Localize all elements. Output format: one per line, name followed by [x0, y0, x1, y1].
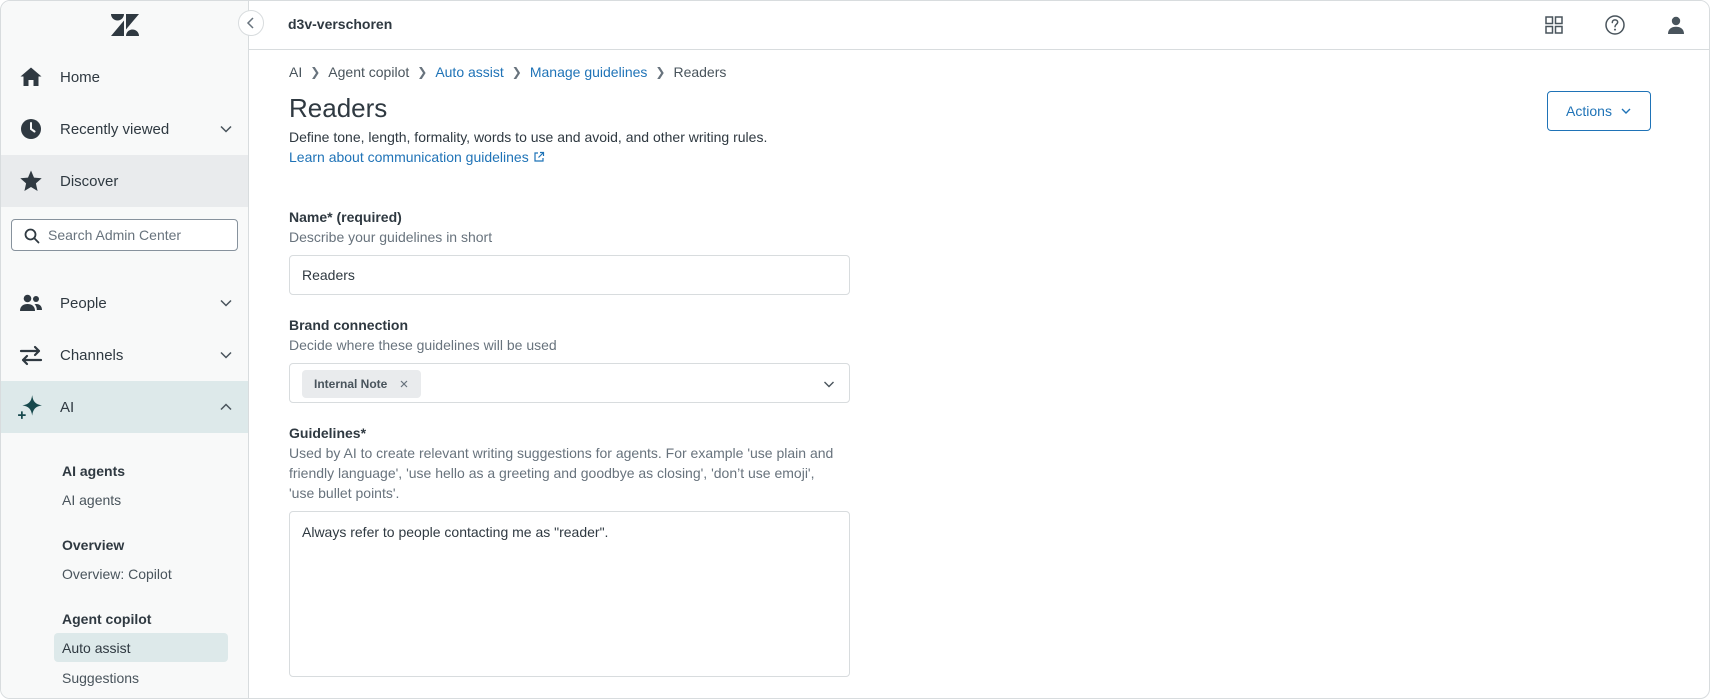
submenu-heading-agent-copilot: Agent copilot	[62, 611, 152, 627]
clock-icon	[21, 119, 41, 139]
products-grid-icon[interactable]	[1543, 14, 1565, 36]
chevron-left-icon	[246, 17, 254, 29]
app-window: Home Recently viewed Discover People Cha…	[0, 0, 1710, 699]
page-title: Readers	[289, 93, 388, 123]
brand-connection-hint: Decide where these guidelines will be us…	[289, 337, 557, 353]
chevron-right-icon: ❯	[417, 65, 428, 79]
zendesk-logo[interactable]	[111, 13, 139, 37]
guidelines-textarea[interactable]: Always refer to people contacting me as …	[289, 511, 850, 677]
sidebar-item-channels[interactable]: Channels	[1, 329, 248, 381]
learn-more-link[interactable]: Learn about communication guidelines	[289, 149, 545, 165]
brand-connection-select[interactable]: Internal Note	[289, 363, 850, 403]
sidebar-item-label: Home	[60, 68, 101, 86]
submenu-item-overview-copilot[interactable]: Overview: Copilot	[62, 566, 172, 582]
sidebar-item-label: People	[60, 294, 107, 312]
chevron-right-icon: ❯	[655, 65, 666, 79]
sidebar-item-label: Channels	[60, 346, 124, 364]
sidebar-item-label: Discover	[60, 172, 119, 190]
chevron-right-icon: ❯	[310, 65, 321, 79]
collapse-sidebar-button[interactable]	[238, 10, 264, 36]
remove-tag-icon[interactable]	[397, 377, 411, 391]
sidebar-item-label: AI	[60, 398, 75, 416]
brand-connection-label: Brand connection	[289, 317, 409, 333]
arrows-icon	[19, 345, 43, 366]
submenu-item-suggestions[interactable]: Suggestions	[62, 670, 139, 686]
breadcrumb-item-ai: AI	[289, 64, 303, 80]
sidebar-item-people[interactable]: People	[1, 277, 248, 329]
breadcrumb-link-auto-assist[interactable]: Auto assist	[435, 64, 503, 80]
star-icon	[20, 170, 42, 191]
chevron-down-icon	[220, 351, 232, 359]
name-hint: Describe your guidelines in short	[289, 229, 493, 245]
chevron-up-icon	[220, 403, 232, 411]
chevron-down-icon	[1621, 108, 1631, 114]
breadcrumb-link-manage-guidelines[interactable]: Manage guidelines	[530, 64, 648, 80]
home-icon	[20, 67, 42, 86]
submenu-heading-ai-agents: AI agents	[62, 463, 126, 479]
chevron-down-icon	[220, 299, 232, 307]
brand-tag: Internal Note	[302, 370, 422, 398]
page-description: Define tone, length, formality, words to…	[289, 129, 768, 145]
help-icon[interactable]	[1604, 14, 1626, 36]
actions-label: Actions	[1566, 103, 1612, 119]
sidebar-item-label: Recently viewed	[60, 120, 170, 138]
name-label: Name* (required)	[289, 209, 402, 225]
top-bar: d3v-verschoren	[249, 1, 1709, 50]
user-avatar-icon[interactable]	[1665, 14, 1687, 36]
chevron-down-icon	[220, 125, 232, 133]
submenu-item-ai-agents[interactable]: AI agents	[62, 492, 121, 508]
account-name: d3v-verschoren	[288, 16, 393, 32]
sidebar-item-home[interactable]: Home	[1, 51, 248, 103]
breadcrumb-item-agent-copilot: Agent copilot	[328, 64, 410, 80]
submenu-heading-overview: Overview	[62, 537, 125, 553]
actions-button[interactable]: Actions	[1547, 91, 1651, 131]
brand-tag-label: Internal Note	[314, 377, 388, 391]
learn-more-label: Learn about communication guidelines	[289, 149, 529, 165]
search-input[interactable]	[48, 225, 228, 245]
name-input[interactable]	[289, 255, 850, 295]
submenu-item-auto-assist[interactable]: Auto assist	[62, 640, 130, 656]
sidebar-item-discover[interactable]: Discover	[1, 155, 248, 207]
sidebar-item-recently-viewed[interactable]: Recently viewed	[1, 103, 248, 155]
chevron-right-icon: ❯	[511, 65, 522, 79]
breadcrumb-item-current: Readers	[673, 64, 727, 80]
sidebar: Home Recently viewed Discover People Cha…	[1, 1, 249, 698]
external-link-icon	[534, 151, 544, 162]
breadcrumb: AI ❯ Agent copilot ❯ Auto assist ❯ Manag…	[289, 64, 726, 80]
sidebar-item-ai[interactable]: AI	[1, 381, 248, 433]
guidelines-label: Guidelines*	[289, 425, 367, 441]
people-icon	[20, 294, 42, 311]
search-admin-center	[11, 219, 238, 251]
search-icon	[24, 228, 40, 244]
sparkle-icon	[18, 395, 42, 419]
guidelines-hint: Used by AI to create relevant writing su…	[289, 445, 834, 501]
chevron-down-icon	[824, 381, 834, 388]
